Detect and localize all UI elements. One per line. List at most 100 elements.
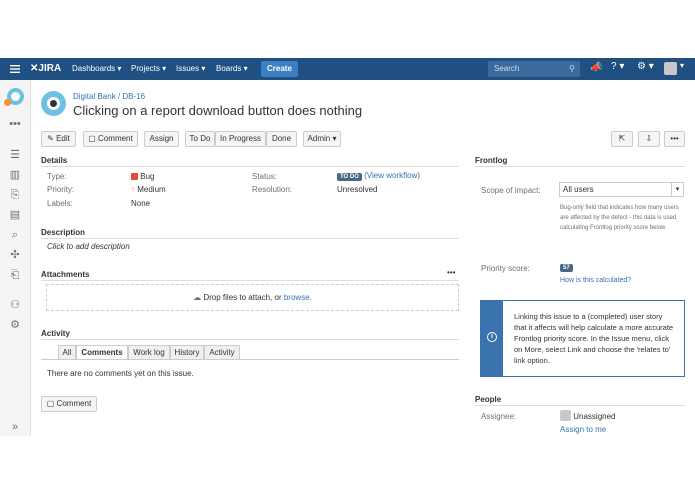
feedback-icon[interactable]: 📣 [590, 62, 602, 73]
create-button[interactable]: Create [261, 61, 298, 77]
details-divider [41, 166, 459, 167]
project-sidebar: ••• ☰ ▥ ⎘ ▤ ⌕ ✣ ⎗ ⚇ ⚙ » [0, 80, 31, 436]
issues-icon[interactable]: ⌕ [8, 228, 22, 242]
nav-boards[interactable]: Boards ▾ [216, 58, 248, 80]
tab-history[interactable]: History [170, 345, 204, 360]
todo-button[interactable]: To Do [185, 131, 215, 147]
labels-value[interactable]: None [131, 199, 150, 208]
attachments-heading: Attachments [41, 270, 90, 279]
board-icon[interactable]: ▥ [8, 168, 22, 182]
priority-score-badge: 57 [560, 264, 573, 272]
description-heading: Description [41, 228, 86, 237]
search-placeholder: Search [494, 64, 520, 73]
project-avatar[interactable] [4, 88, 24, 106]
breadcrumb-issue-key[interactable]: DB-16 [122, 92, 145, 101]
tabs-underline [41, 359, 459, 360]
backlog-icon[interactable]: ☰ [8, 148, 22, 162]
assign-button[interactable]: Assign [144, 131, 179, 147]
share-button[interactable]: ⇱ [611, 131, 633, 147]
priority-medium-icon: ↑ [131, 185, 135, 194]
releases-icon[interactable]: ⎘ [8, 188, 22, 202]
nav-projects[interactable]: Projects ▾ [131, 58, 166, 80]
nav-boards-label: Boards [216, 64, 242, 73]
nav-projects-label: Projects [131, 64, 160, 73]
nav-dashboards-label: Dashboards [72, 64, 116, 73]
attachments-divider [41, 280, 459, 281]
share-icon: ⇱ [618, 134, 626, 143]
components-icon[interactable]: ✣ [8, 248, 22, 262]
expand-sidebar-icon[interactable]: » [8, 420, 22, 434]
more-actions-button[interactable]: ••• [664, 131, 685, 147]
no-comments-text: There are no comments yet on this issue. [47, 369, 194, 378]
nav-dashboards[interactable]: Dashboards ▾ [72, 58, 121, 80]
jira-logo[interactable]: ✕JIRA [30, 58, 61, 80]
add-comment-button[interactable]: ▢ Comment [41, 396, 97, 412]
project-badge-icon [4, 99, 11, 106]
status-badge[interactable]: TO DO [337, 173, 362, 181]
assignee-label: Assignee: [481, 412, 517, 421]
attachment-dropzone[interactable]: ☁ Drop files to attach, or browse. [46, 284, 459, 311]
assignee-value-text: Unassigned [573, 412, 616, 421]
search-input[interactable]: Search ⚲ [488, 61, 580, 77]
info-icon: i [487, 332, 497, 342]
pencil-icon: ✎ [47, 134, 54, 143]
info-panel-bar: i [481, 301, 503, 376]
description-divider [41, 238, 459, 239]
in-progress-button[interactable]: In Progress [215, 131, 266, 147]
resolution-value: Unresolved [337, 185, 378, 194]
tab-comments[interactable]: Comments [76, 345, 128, 360]
assign-to-me-link[interactable]: Assign to me [560, 425, 606, 434]
info-panel: i Linking this issue to a (completed) us… [480, 300, 685, 377]
upload-cloud-icon: ☁ [193, 293, 202, 302]
type-label: Type: [47, 172, 67, 181]
scope-select[interactable]: All users ▾ [559, 182, 684, 197]
browse-link[interactable]: browse. [284, 293, 312, 302]
frontlog-heading: Frontlog [475, 156, 508, 165]
addons-icon[interactable]: ⎗ [8, 268, 22, 282]
chevron-down-icon: ▾ [671, 183, 683, 196]
export-button[interactable]: ⇩ [638, 131, 660, 147]
type-value[interactable]: Bug [131, 172, 154, 181]
activity-divider [41, 339, 459, 340]
how-calculated-link[interactable]: How is this calculated? [560, 277, 631, 284]
menu-icon[interactable] [10, 63, 20, 75]
done-button[interactable]: Done [266, 131, 297, 147]
help-icon[interactable]: ? ▾ [611, 61, 624, 72]
scope-help-text: Bug-only field that indicates how many u… [560, 205, 679, 231]
breadcrumb: Digital Bank / DB-16 [73, 92, 145, 101]
activity-heading: Activity [41, 329, 70, 338]
nav-issues-label: Issues [176, 64, 200, 73]
breadcrumb-separator: / [117, 92, 121, 101]
reports-icon[interactable]: ▤ [8, 208, 22, 222]
labels-label: Labels: [47, 199, 73, 208]
comment-icon: ▢ [46, 399, 55, 408]
description-field[interactable]: Click to add description [47, 242, 130, 251]
breadcrumb-project[interactable]: Digital Bank [73, 92, 116, 101]
edit-button[interactable]: ✎ Edit [41, 131, 76, 147]
comment-button[interactable]: ▢ Comment [83, 131, 138, 147]
top-navigation-bar: ✕JIRA Dashboards ▾ Projects ▾ Issues ▾ B… [0, 58, 695, 80]
jira-logo-text: JIRA [38, 63, 62, 74]
status-label: Status: [252, 172, 277, 181]
user-avatar[interactable] [664, 62, 677, 75]
attachments-more-icon[interactable]: ••• [447, 268, 455, 277]
priority-value[interactable]: ↑ Medium [131, 185, 166, 194]
tab-work-log[interactable]: Work log [128, 345, 170, 360]
add-people-icon[interactable]: ⚇ [8, 298, 22, 312]
priority-value-text: Medium [137, 185, 166, 194]
tab-activity[interactable]: Activity [204, 345, 240, 360]
scope-selected-value: All users [563, 185, 594, 194]
tab-all[interactable]: All [58, 345, 76, 360]
view-workflow-link[interactable]: (View workflow) [364, 171, 420, 180]
page-title[interactable]: Clicking on a report download button doe… [73, 103, 362, 118]
user-menu-chevron-icon[interactable]: ▾ [680, 61, 684, 70]
project-settings-icon[interactable]: ⚙ [8, 318, 22, 332]
settings-gear-icon[interactable]: ⚙ ▾ [637, 61, 654, 72]
assignee-value[interactable]: Unassigned [560, 410, 615, 421]
more-icon[interactable]: ••• [8, 117, 22, 131]
search-icon: ⚲ [569, 64, 575, 73]
unassigned-avatar [560, 410, 571, 421]
drop-text: Drop files to attach, or [203, 293, 282, 302]
admin-button[interactable]: Admin ▾ [303, 131, 341, 147]
nav-issues[interactable]: Issues ▾ [176, 58, 205, 80]
